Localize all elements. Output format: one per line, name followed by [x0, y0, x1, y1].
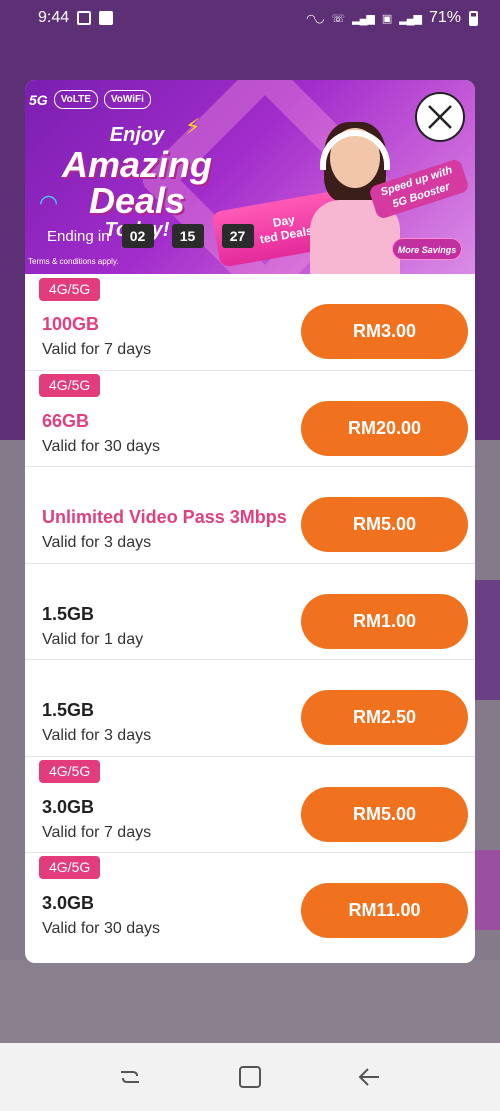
- signal-2-icon: ▂▄▆: [399, 12, 422, 25]
- plan-name: 3.0GB: [42, 893, 95, 913]
- buy-plan-button[interactable]: RM5.00: [301, 786, 468, 842]
- status-bar: 9:44 ◠◡ ☏ ▂▄▆ ▣ ▂▄▆ 71%: [0, 0, 500, 36]
- call-icon: ☏: [331, 12, 345, 25]
- logo-5g: 5G: [29, 91, 48, 108]
- plan-name: 1.5GB: [42, 603, 95, 624]
- plan-validity: Valid for 1 day: [42, 630, 144, 648]
- home-icon: [239, 1066, 261, 1088]
- more-savings-badge: More Savings: [392, 238, 462, 260]
- volte-icon: ▣: [381, 12, 392, 25]
- logo-volte: VoLTE: [53, 90, 98, 109]
- plan-name: 66GB: [42, 410, 90, 431]
- plan-row: 1.5GB Valid for 3 days RM2.50: [25, 660, 475, 757]
- buy-plan-button[interactable]: RM11.00: [301, 883, 468, 938]
- back-icon: [358, 1068, 379, 1086]
- network-tag: 4G/5G: [39, 373, 101, 397]
- checkbox-notification-icon: [99, 11, 114, 25]
- plan-name: 3.0GB: [42, 796, 95, 817]
- buy-plan-button[interactable]: RM3.00: [301, 304, 468, 359]
- status-left: 9:44: [38, 9, 114, 27]
- buy-plan-button[interactable]: RM1.00: [301, 593, 468, 649]
- plan-row: 4G/5G 100GB Valid for 7 days RM3.00: [25, 274, 475, 371]
- plan-list: 4G/5G 100GB Valid for 7 days RM3.00 4G/5…: [25, 274, 475, 950]
- ending-label: Ending in: [47, 227, 110, 245]
- battery-percent: 71%: [428, 9, 461, 26]
- home-button[interactable]: [230, 1057, 270, 1097]
- plan-validity: Valid for 7 days: [42, 823, 152, 841]
- system-nav-bar: [0, 1043, 500, 1111]
- buy-plan-button[interactable]: RM2.50: [301, 690, 468, 745]
- back-button[interactable]: [350, 1057, 390, 1097]
- background-side-strip: [475, 580, 500, 700]
- plan-validity: Valid for 30 days: [42, 437, 160, 455]
- network-tag: 4G/5G: [39, 759, 101, 783]
- countdown-row: Ending in 02 15 27: [47, 224, 254, 248]
- plan-validity: Valid for 7 days: [42, 341, 152, 358]
- terms-text: Terms & conditions apply.: [28, 257, 119, 266]
- plan-row: Unlimited Video Pass 3Mbps Valid for 3 d…: [25, 467, 475, 564]
- plan-name: Unlimited Video Pass 3Mbps: [42, 507, 287, 527]
- background-side-strip-2: [475, 850, 500, 930]
- plan-name: 100GB: [42, 314, 100, 334]
- wifi-icon: ◠◡: [306, 12, 324, 25]
- recent-apps-button[interactable]: [110, 1057, 150, 1097]
- headline-amazing: Amazing: [61, 144, 212, 185]
- buy-plan-button[interactable]: RM20.00: [301, 400, 468, 456]
- battery-icon: [469, 10, 478, 26]
- network-tag: 4G/5G: [39, 278, 101, 301]
- plan-validity: Valid for 3 days: [42, 534, 152, 551]
- plan-row: 1.5GB Valid for 1 day RM1.00: [25, 564, 475, 660]
- notification-icon: [77, 11, 92, 25]
- network-tag: 4G/5G: [39, 856, 101, 879]
- logo-vowifi: VoWiFi: [103, 90, 151, 109]
- background-bottom-tabs: [0, 960, 500, 1043]
- close-button[interactable]: [415, 92, 465, 142]
- close-icon: [428, 105, 452, 129]
- deals-modal: 5G VoLTE VoWiFi ⚡ ◠ Enjoy Amazing Deals …: [25, 80, 475, 963]
- plan-validity: Valid for 3 days: [42, 727, 152, 744]
- headline-deals: Deals: [88, 180, 186, 221]
- status-time: 9:44: [38, 9, 70, 26]
- status-right: ◠◡ ☏ ▂▄▆ ▣ ▂▄▆ 71%: [306, 9, 478, 27]
- countdown-minutes: 15: [171, 224, 204, 248]
- signal-icon: ▂▄▆: [352, 12, 375, 25]
- promo-banner[interactable]: 5G VoLTE VoWiFi ⚡ ◠ Enjoy Amazing Deals …: [25, 80, 475, 274]
- plan-row: 4G/5G 3.0GB Valid for 7 days RM5.00: [25, 757, 475, 853]
- banner-logos: 5G VoLTE VoWiFi: [29, 90, 151, 109]
- countdown-seconds: 27: [221, 224, 254, 248]
- countdown-timer: 02 15 27: [121, 224, 254, 248]
- plan-row: 4G/5G 66GB Valid for 30 days RM20.00: [25, 371, 475, 467]
- plan-validity: Valid for 30 days: [42, 920, 160, 937]
- recent-apps-icon: [121, 1071, 139, 1083]
- countdown-hours: 02: [121, 224, 154, 248]
- plan-row: 4G/5G 3.0GB Valid for 30 days RM11.00: [25, 853, 475, 950]
- buy-plan-button[interactable]: RM5.00: [301, 497, 468, 552]
- plan-name: 1.5GB: [42, 700, 95, 720]
